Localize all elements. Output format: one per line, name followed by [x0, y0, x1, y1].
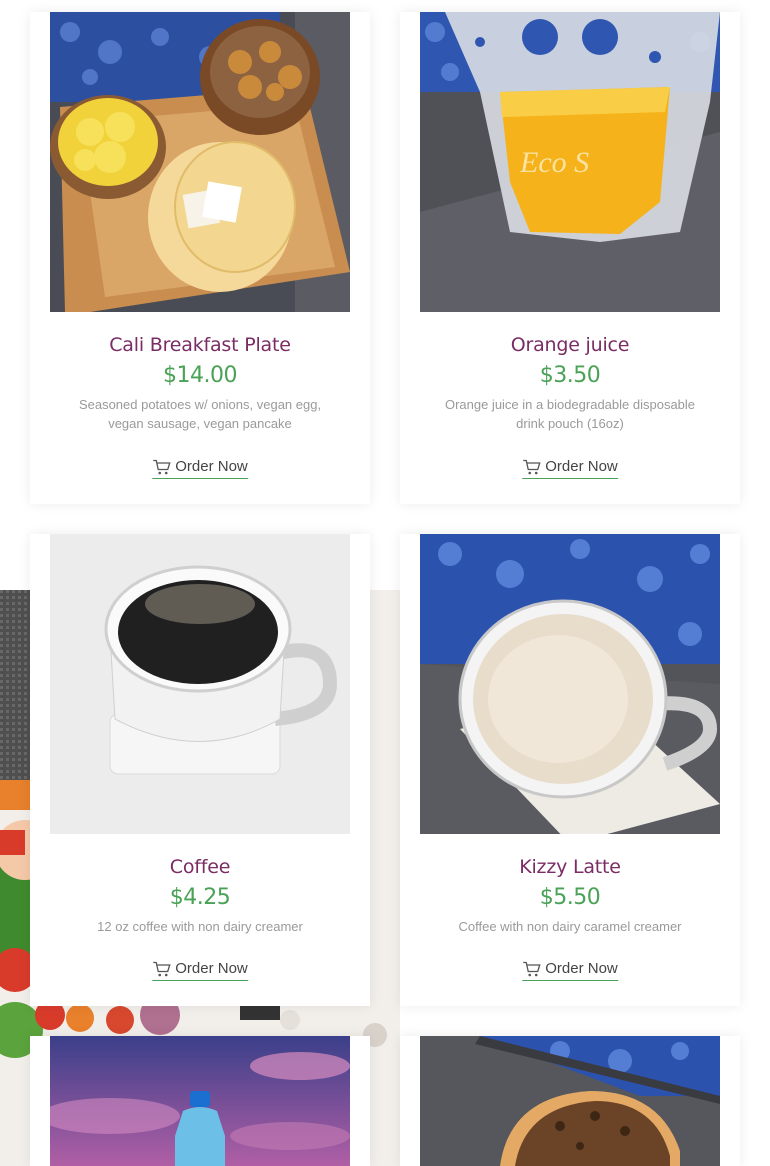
item-title: Cali Breakfast Plate	[109, 334, 291, 356]
order-now-label: Order Now	[545, 458, 618, 475]
order-now-label: Order Now	[175, 458, 248, 475]
cart-icon	[152, 961, 171, 977]
item-price: $3.50	[539, 363, 601, 388]
water-bottle-photo	[50, 1036, 350, 1166]
coffee-photo	[50, 534, 350, 834]
latte-photo	[420, 534, 720, 834]
menu-card: Coffee $4.25 12 oz coffee with non dairy…	[30, 534, 370, 1006]
item-title: Coffee	[169, 856, 231, 878]
item-description: Orange juice in a biodegradable disposab…	[444, 397, 696, 431]
menu-card	[30, 1036, 370, 1166]
order-now-button[interactable]: Order Now	[522, 458, 618, 479]
menu-card: Kizzy Latte $5.50 Coffee with non dairy …	[400, 534, 740, 1006]
menu-card	[400, 1036, 740, 1166]
item-description: Seasoned potatoes w/ onions, vegan egg, …	[78, 397, 322, 431]
cart-icon	[152, 459, 171, 475]
order-now-label: Order Now	[545, 960, 618, 977]
orange-juice-photo: Eco S	[420, 12, 720, 312]
item-price: $5.50	[539, 885, 601, 910]
item-description: 12 oz coffee with non dairy creamer	[97, 919, 303, 934]
item-price: $14.00	[163, 363, 237, 388]
cart-icon	[522, 961, 541, 977]
order-now-button[interactable]: Order Now	[152, 458, 248, 479]
breakfast-plate-photo	[50, 12, 350, 312]
menu-card: Cali Breakfast Plate $14.00 Seasoned pot…	[30, 12, 370, 504]
cart-icon	[522, 459, 541, 475]
item-title: Kizzy Latte	[519, 856, 621, 878]
item-description: Coffee with non dairy caramel creamer	[458, 919, 682, 934]
menu-card: Eco S Orange juice $3.50 Orange juice in…	[400, 12, 740, 504]
menu-page: Cali Breakfast Plate $14.00 Seasoned pot…	[0, 0, 770, 1166]
order-now-button[interactable]: Order Now	[522, 960, 618, 981]
item-title: Orange juice	[510, 334, 630, 356]
order-now-button[interactable]: Order Now	[152, 960, 248, 981]
sandwich-photo	[420, 1036, 720, 1166]
svg-text:Eco S: Eco S	[519, 146, 589, 179]
item-price: $4.25	[169, 885, 231, 910]
order-now-label: Order Now	[175, 960, 248, 977]
